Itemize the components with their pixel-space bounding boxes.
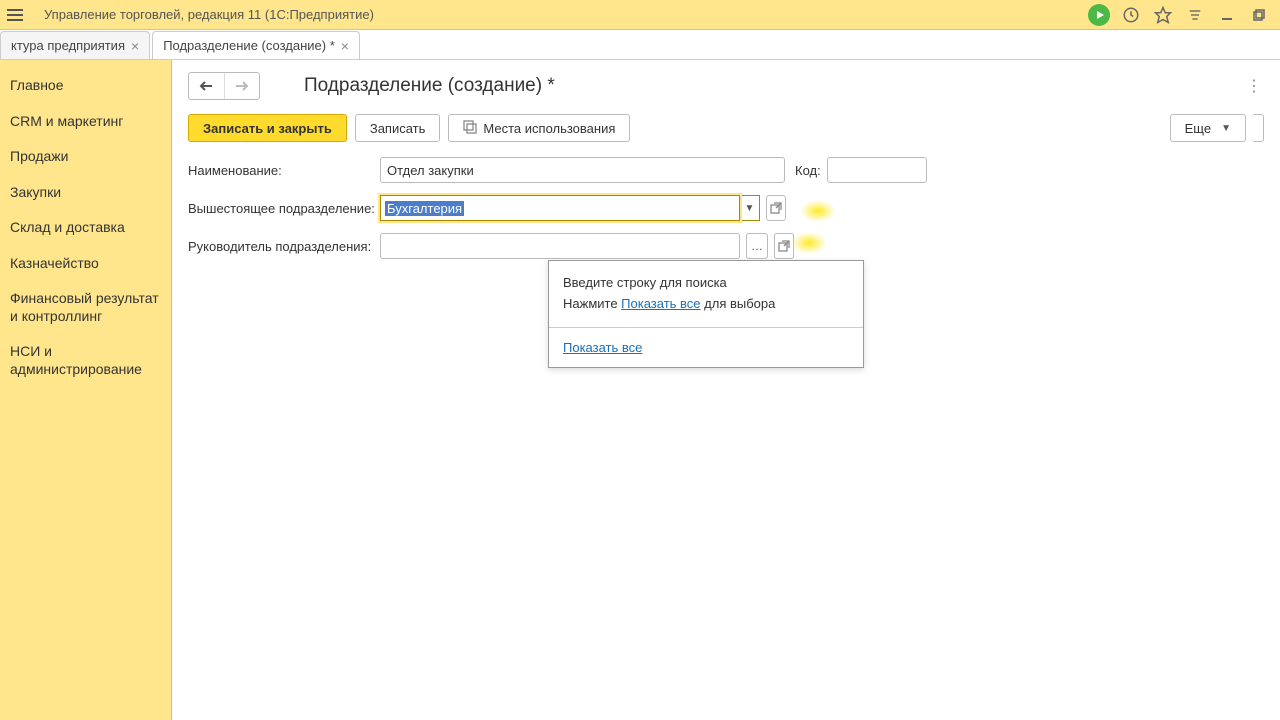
star-icon[interactable]: [1152, 4, 1174, 26]
content: Подразделение (создание) * ⋮ Записать и …: [172, 60, 1280, 720]
sidebar-item-purchases[interactable]: Закупки: [0, 175, 171, 211]
tab-structure[interactable]: ктура предприятия ×: [0, 31, 150, 59]
close-icon[interactable]: ×: [131, 38, 139, 54]
open-external-icon[interactable]: [774, 233, 794, 259]
sidebar-item-finresult[interactable]: Финансовый результат и контроллинг: [0, 281, 171, 334]
name-input[interactable]: [380, 157, 785, 183]
sidebar: Главное CRM и маркетинг Продажи Закупки …: [0, 60, 172, 720]
sidebar-item-crm[interactable]: CRM и маркетинг: [0, 104, 171, 140]
tab-department[interactable]: Подразделение (создание) * ×: [152, 31, 360, 59]
autocomplete-dropdown: Введите строку для поиска Нажмите Показа…: [548, 260, 864, 368]
sidebar-item-treasury[interactable]: Казначейство: [0, 246, 171, 282]
save-button[interactable]: Записать: [355, 114, 441, 142]
usage-icon: [463, 120, 477, 137]
head-input[interactable]: [380, 233, 740, 259]
more-button[interactable]: Еще▼: [1170, 114, 1246, 142]
nav-forward-button[interactable]: [225, 73, 260, 99]
usage-button[interactable]: Места использования: [448, 114, 630, 142]
name-label: Наименование:: [188, 163, 380, 178]
open-external-icon[interactable]: [766, 195, 786, 221]
sidebar-item-nsi[interactable]: НСИ и администрирование: [0, 334, 171, 387]
minimize-icon[interactable]: [1216, 4, 1238, 26]
tab-bar: ктура предприятия × Подразделение (созда…: [0, 30, 1280, 60]
head-label: Руководитель подразделения:: [188, 239, 380, 254]
overflow-button[interactable]: [1252, 114, 1264, 142]
nav-back-button[interactable]: [189, 73, 225, 99]
sidebar-item-main[interactable]: Главное: [0, 68, 171, 104]
lines-icon[interactable]: [1184, 4, 1206, 26]
code-label: Код:: [795, 163, 821, 178]
play-icon[interactable]: [1088, 4, 1110, 26]
parent-label: Вышестоящее подразделение:: [188, 201, 380, 216]
tab-label: Подразделение (создание) *: [163, 38, 335, 53]
dropdown-hint: Введите строку для поиска: [563, 273, 849, 294]
sidebar-item-sales[interactable]: Продажи: [0, 139, 171, 175]
dropdown-hint2: Нажмите Показать все для выбора: [563, 294, 849, 315]
nav-box: [188, 72, 260, 100]
show-all-link[interactable]: Показать все: [621, 296, 700, 311]
tab-label: ктура предприятия: [11, 38, 125, 53]
app-title: Управление торговлей, редакция 11 (1С:Пр…: [44, 7, 374, 22]
history-icon[interactable]: [1120, 4, 1142, 26]
restore-icon[interactable]: [1248, 4, 1270, 26]
close-icon[interactable]: ×: [341, 38, 349, 54]
select-button[interactable]: …: [746, 233, 768, 259]
parent-combo[interactable]: Бухгалтерия: [380, 195, 740, 221]
menu-icon[interactable]: [0, 0, 30, 30]
code-input[interactable]: [827, 157, 927, 183]
page-title: Подразделение (создание) *: [304, 75, 555, 97]
save-close-button[interactable]: Записать и закрыть: [188, 114, 347, 142]
sidebar-item-warehouse[interactable]: Склад и доставка: [0, 210, 171, 246]
kebab-icon[interactable]: ⋮: [1244, 76, 1264, 96]
parent-value: Бухгалтерия: [385, 201, 464, 216]
show-all-link[interactable]: Показать все: [563, 340, 642, 355]
dropdown-icon[interactable]: ▼: [740, 195, 760, 221]
titlebar: Управление торговлей, редакция 11 (1С:Пр…: [0, 0, 1280, 30]
